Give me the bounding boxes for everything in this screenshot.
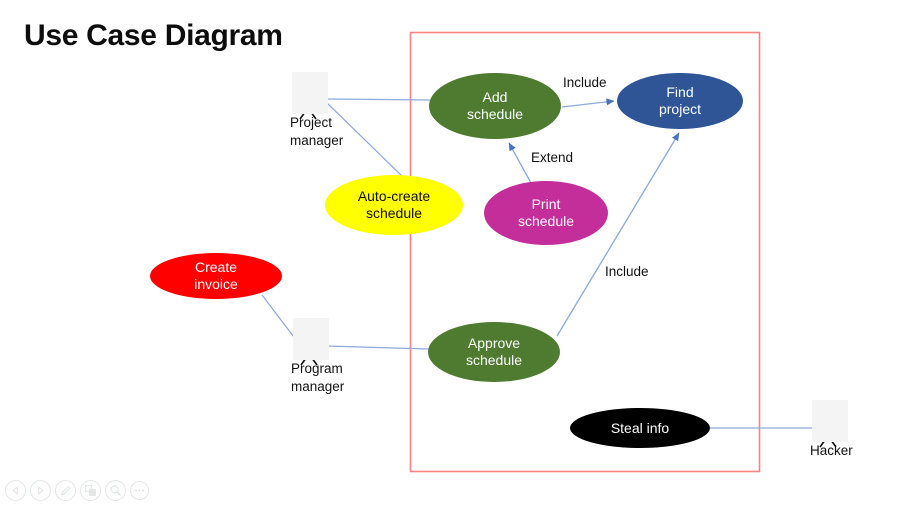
usecase-label-line2: schedule [365,205,423,221]
relationship-label-extend: Extend [531,150,574,165]
usecase-label-line2: schedule [517,213,575,229]
usecase-label-line2: invoice [194,276,238,292]
more-options-button[interactable] [130,481,149,500]
usecase-label-line2: project [658,101,702,117]
triangle-left-icon [12,486,18,495]
usecase-add-schedule[interactable]: Add schedule [429,73,561,139]
usecase-print-schedule[interactable]: Print schedule [484,181,608,245]
actor-label-line2: manager [290,132,344,148]
next-slide-button[interactable] [30,480,51,501]
relationship-label-include-bottom: Include [605,264,649,279]
usecase-label-line1: Create [194,259,238,276]
actor-label-line1: Project [290,115,333,130]
assoc-project-manager-add-schedule [325,98,431,101]
grid-slides-icon [85,485,96,496]
usecase-label-line1: Steal info [610,419,670,436]
magnifier-icon [110,485,121,496]
all-slides-button[interactable] [80,480,101,501]
actor-hacker[interactable]: Hacker [810,400,853,460]
usecase-label-line1: Print [531,196,561,213]
actor-program-manager[interactable]: Program manager [291,318,345,396]
ellipsis-icon [134,489,145,492]
usecase-label-line1: Approve [467,335,521,352]
presenter-toolbar [5,480,149,501]
actor-icon [812,400,848,442]
assoc-program-manager-approve-schedule [325,345,430,350]
arrow-add-schedule-include-find-project [561,98,615,108]
usecase-approve-schedule[interactable]: Approve schedule [428,322,560,382]
relationship-label-include-top: Include [563,75,607,90]
actor-project-manager[interactable]: Project manager [290,72,344,150]
actor-icon [292,72,328,114]
usecase-create-invoice[interactable]: Create invoice [150,253,282,299]
usecase-label-line2: schedule [466,106,524,122]
association-lines [261,98,813,429]
actor-label-line1: Hacker [810,443,853,458]
diagram-canvas [261,31,841,473]
actor-label-line1: Program [291,361,343,376]
pen-tool-button[interactable] [55,480,76,501]
previous-slide-button[interactable] [5,480,26,501]
arrow-print-schedule-extend-add-schedule [508,142,532,184]
actor-label-line2: manager [291,378,345,394]
usecase-find-project[interactable]: Find project [617,73,743,129]
usecase-steal-info[interactable]: Steal info [570,408,710,448]
usecase-label-line2: schedule [465,352,523,368]
triangle-right-icon [38,486,44,495]
usecase-label-line1: Auto-create [357,188,431,205]
usecase-label-line1: Find [666,84,694,101]
pen-icon [60,485,71,496]
zoom-tool-button[interactable] [105,480,126,501]
actor-icon [293,318,329,360]
usecase-label-line1: Add [482,89,508,106]
presentation-slide: Use Case Diagram Project manager Program… [0,0,899,505]
usecase-auto-create-schedule[interactable]: Auto-create schedule [325,175,463,235]
